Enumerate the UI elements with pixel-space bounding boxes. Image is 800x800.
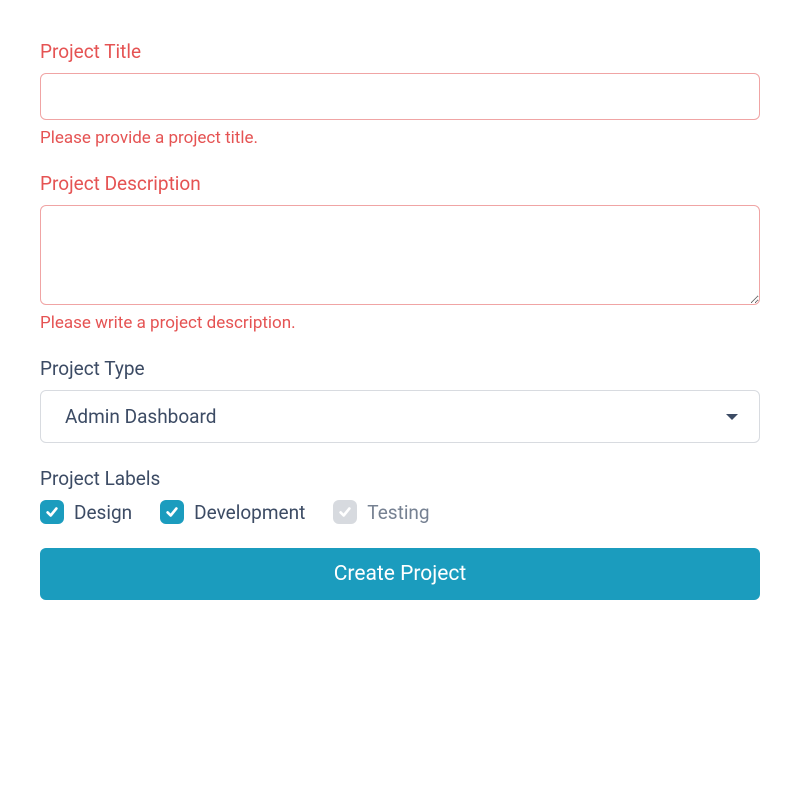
project-description-error: Please write a project description.: [40, 313, 760, 333]
project-type-label: Project Type: [40, 357, 760, 380]
project-type-select-wrap: Admin Dashboard: [40, 390, 760, 443]
project-labels-group: Project Labels Design Development Testin…: [40, 467, 760, 524]
project-description-group: Project Description Please write a proje…: [40, 172, 760, 333]
project-labels-checks: Design Development Testing: [40, 500, 760, 524]
project-description-input[interactable]: [40, 205, 760, 305]
checkbox-checked-icon: [40, 500, 64, 524]
create-project-form: Project Title Please provide a project t…: [0, 0, 800, 600]
label-text: Development: [194, 501, 305, 524]
label-checkbox-design[interactable]: Design: [40, 500, 132, 524]
project-title-error: Please provide a project title.: [40, 128, 760, 148]
project-title-label: Project Title: [40, 40, 760, 63]
project-title-input[interactable]: [40, 73, 760, 120]
create-project-button[interactable]: Create Project: [40, 548, 760, 600]
checkbox-disabled-icon: [333, 500, 357, 524]
project-description-label: Project Description: [40, 172, 760, 195]
project-type-group: Project Type Admin Dashboard: [40, 357, 760, 443]
label-checkbox-development[interactable]: Development: [160, 500, 305, 524]
project-title-group: Project Title Please provide a project t…: [40, 40, 760, 148]
checkbox-checked-icon: [160, 500, 184, 524]
project-type-select[interactable]: Admin Dashboard: [40, 390, 760, 443]
label-checkbox-testing: Testing: [333, 500, 429, 524]
label-text: Testing: [367, 501, 429, 524]
project-labels-label: Project Labels: [40, 467, 760, 490]
label-text: Design: [74, 501, 132, 524]
